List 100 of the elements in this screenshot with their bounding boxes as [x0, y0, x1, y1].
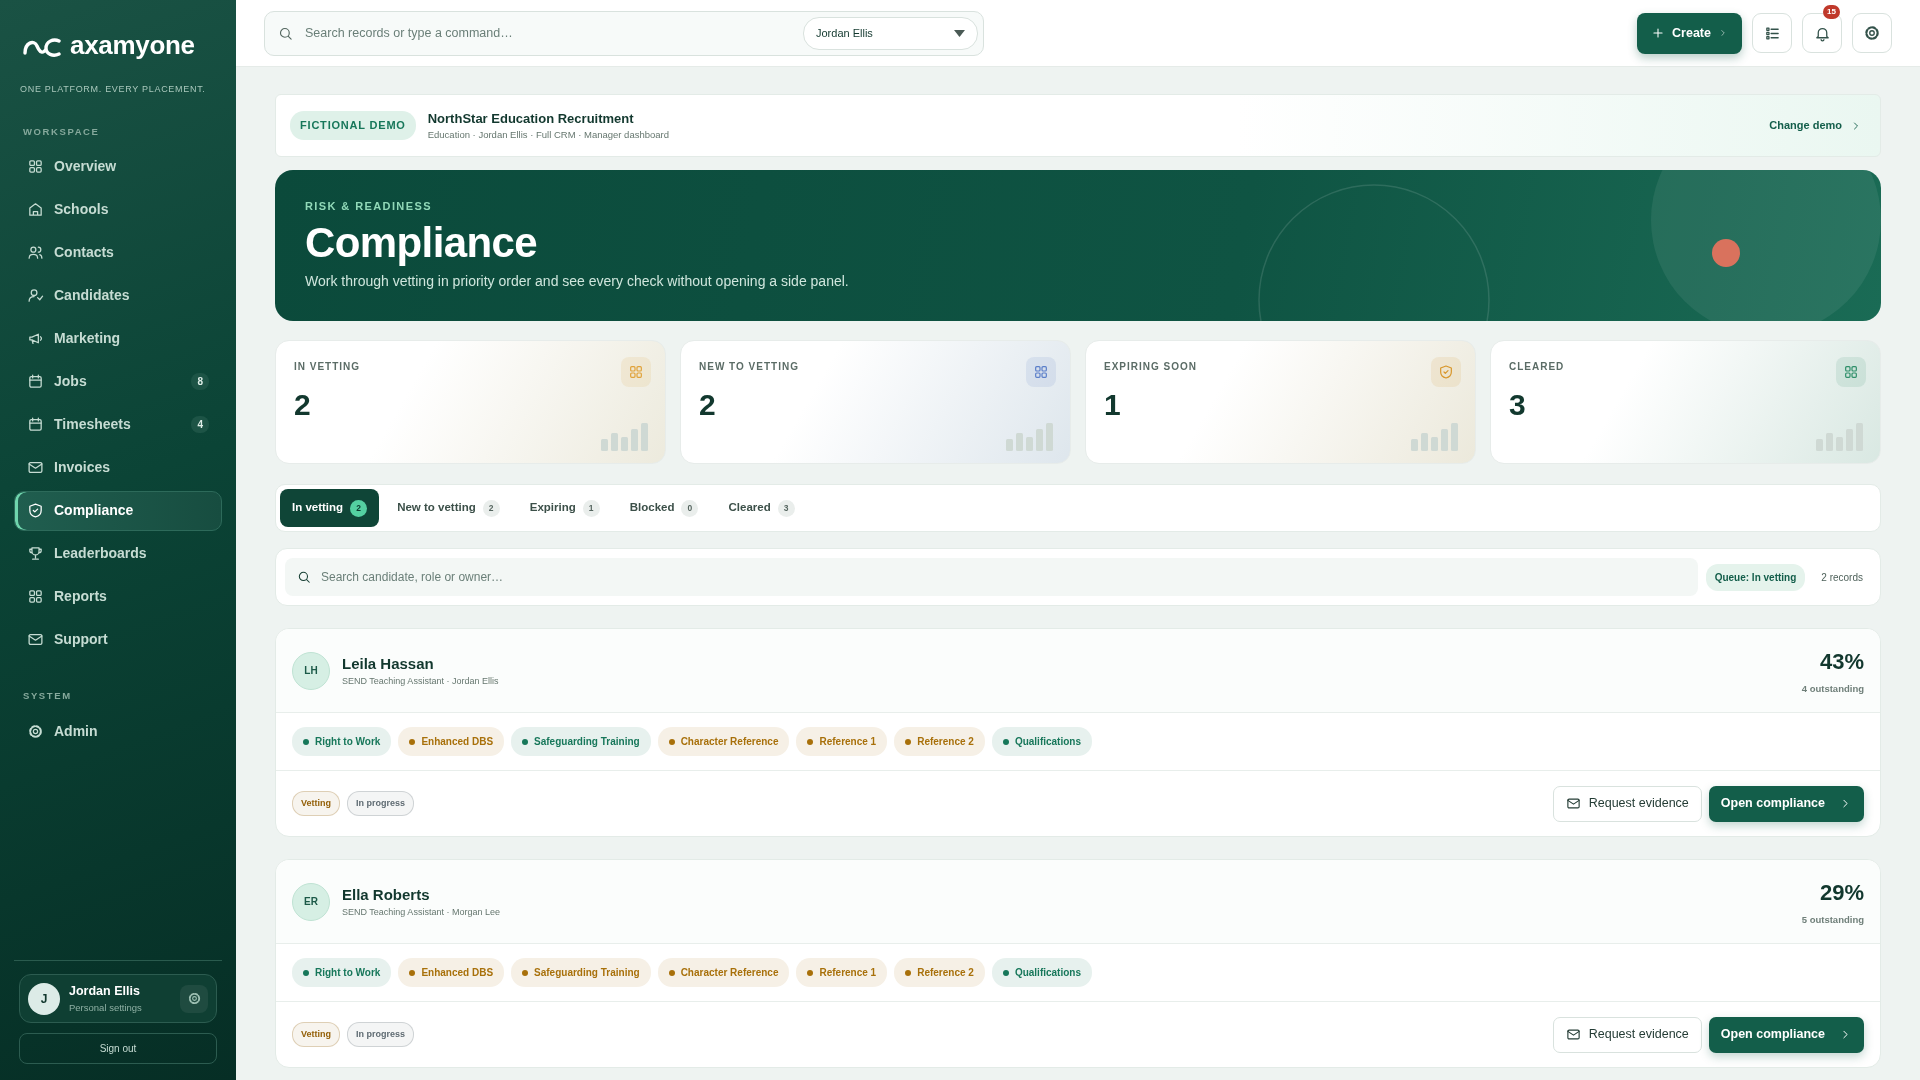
check-chip: Qualifications [991, 958, 1092, 987]
hero-description: Work through vetting in priority order and see every check without opening a side panel. [305, 271, 850, 291]
shield-icon [1438, 364, 1454, 380]
record-count: 2 records [1820, 570, 1864, 585]
outstanding-count: 5 outstanding [1801, 912, 1864, 927]
bars-drawing [1411, 421, 1459, 451]
settings-icon [186, 991, 202, 1006]
completion-percent: 29% [1818, 878, 1864, 907]
status-tag: Vetting [292, 790, 340, 817]
demo-subtitle: Education · Jordan Ellis · Full CRM · Manager dashboard [427, 128, 670, 143]
settings-button[interactable] [180, 984, 208, 1013]
check-chip: Right to Work [292, 727, 392, 756]
nav-item[interactable]: Marketing [14, 318, 222, 359]
check-chip: Character Reference [657, 727, 790, 756]
check-chip: Reference 1 [796, 958, 888, 987]
avatar: LH [292, 651, 330, 690]
nav-item[interactable]: Compliance [14, 490, 222, 531]
nav-item[interactable]: Support [14, 619, 222, 660]
tab[interactable]: Expiring 1 [517, 489, 612, 527]
brand-name: axamyone [70, 29, 195, 62]
candidate-meta: SEND Teaching Assistant · Jordan Ellis [342, 675, 499, 688]
nav-item[interactable]: Jobs 8 [14, 361, 222, 402]
search-icon [278, 25, 293, 41]
envelope-icon [1565, 796, 1581, 811]
settings-icon [1863, 24, 1881, 42]
shield-icon [27, 502, 44, 520]
grid-icon [628, 364, 644, 380]
stat-label: IN VETTING [294, 360, 361, 374]
nav-item[interactable]: Leaderboards [14, 533, 222, 574]
check-chip: Right to Work [292, 958, 392, 987]
check-chip: Reference 2 [894, 958, 985, 987]
status-tag: Vetting [292, 1021, 340, 1048]
tab[interactable]: In vetting 2 [280, 489, 380, 527]
candidate-name: Leila Hassan [342, 653, 435, 674]
user-subtitle: Personal settings [69, 1000, 142, 1015]
grid-icon [27, 588, 44, 606]
user-dropdown[interactable]: Jordan Ellis [803, 16, 978, 50]
count-badge: 2 [350, 499, 368, 517]
tagline: ONE PLATFORM. EVERY PLACEMENT. [20, 83, 207, 96]
count-badge: 8 [191, 373, 209, 391]
open-compliance-button[interactable]: Open compliance [1708, 1016, 1864, 1053]
nav-item[interactable]: Invoices [14, 447, 222, 488]
nav-item[interactable]: Candidates [14, 275, 222, 316]
check-chip: Character Reference [657, 958, 790, 987]
hero-eyebrow: RISK & READINESS [305, 199, 433, 214]
grid-icon [27, 158, 44, 176]
check-chip: Safeguarding Training [511, 727, 651, 756]
tab[interactable]: Blocked 0 [617, 489, 711, 527]
status-tag: In progress [347, 790, 415, 817]
nav-item[interactable]: Schools [14, 189, 222, 230]
candidate-meta: SEND Teaching Assistant · Morgan Lee [342, 906, 500, 919]
person-icon [27, 287, 44, 305]
house-icon [27, 201, 44, 219]
nav-item[interactable]: Overview [14, 146, 222, 187]
outstanding-count: 4 outstanding [1801, 681, 1864, 696]
stat-value: 2 [699, 387, 716, 423]
people-icon [27, 244, 44, 262]
trophy-icon [27, 545, 44, 563]
sign-out-button[interactable]: Sign out [19, 1033, 217, 1064]
request-evidence-button[interactable]: Request evidence [1552, 1016, 1702, 1053]
bars-drawing [601, 421, 649, 451]
count-badge: 4 [191, 416, 209, 434]
section-title: SYSTEM [23, 688, 73, 703]
nav-item[interactable]: Timesheets 4 [14, 404, 222, 445]
calendar-icon [27, 373, 44, 391]
count-badge: 2 [482, 499, 500, 517]
notification-badge: 15 [1823, 5, 1840, 19]
tab[interactable]: New to vetting 2 [385, 489, 512, 527]
queue-filter: Queue: In vetting [1705, 563, 1806, 591]
calendar-icon [27, 416, 44, 434]
demo-tag: FICTIONAL DEMO [290, 111, 416, 140]
open-compliance-button[interactable]: Open compliance [1708, 785, 1864, 822]
stat-label: EXPIRING SOON [1104, 360, 1197, 374]
create-button[interactable]: Create [1637, 12, 1742, 54]
bars-drawing [1006, 421, 1054, 451]
nav-item[interactable]: Contacts [14, 232, 222, 273]
check-chip: Qualifications [991, 727, 1092, 756]
search-field[interactable]: Search candidate, role or owner… [285, 558, 1698, 596]
stat-value: 1 [1104, 387, 1121, 423]
stat-label: CLEARED [1509, 360, 1565, 374]
completion-percent: 43% [1818, 647, 1864, 676]
request-evidence-button[interactable]: Request evidence [1552, 785, 1702, 822]
page-title: Compliance [305, 218, 539, 267]
list-button[interactable] [1752, 13, 1792, 53]
notifications-button[interactable] [1802, 13, 1842, 53]
user-name: Jordan Ellis [69, 983, 141, 1000]
plus-icon [1651, 26, 1666, 40]
count-badge: 3 [777, 499, 795, 517]
grid-icon [1843, 364, 1859, 380]
nav-item[interactable]: Admin [14, 711, 222, 751]
check-chip: Reference 1 [796, 727, 888, 756]
demo-title: NorthStar Education Recruitment [427, 109, 635, 128]
tab[interactable]: Cleared 3 [716, 489, 807, 527]
settings-button[interactable] [1852, 13, 1892, 53]
count-badge: 1 [582, 499, 600, 517]
status-tag: In progress [347, 1021, 415, 1048]
chevron-icon [1718, 28, 1728, 38]
change-demo-link[interactable]: Change demo [1769, 117, 1862, 134]
nav-item[interactable]: Reports [14, 576, 222, 617]
stat-value: 3 [1509, 387, 1526, 423]
